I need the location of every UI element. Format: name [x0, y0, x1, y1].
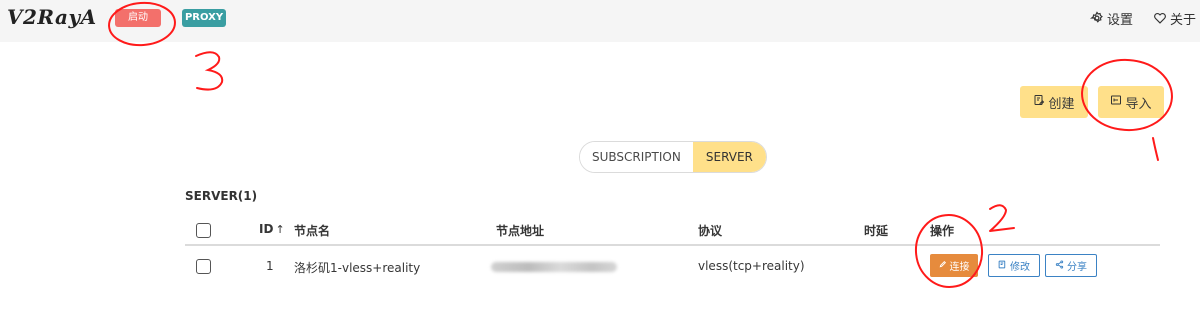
nav-right-menu: 设置 关于: [1089, 0, 1196, 36]
top-navbar: V2RayA 启动 PROXY 设置 关于: [0, 0, 1200, 42]
sort-arrow-icon: ↑: [275, 223, 285, 236]
settings-label: 设置: [1106, 12, 1133, 28]
column-header-protocol: 协议: [698, 224, 723, 238]
tab-switcher: SUBSCRIPTION SERVER: [579, 141, 767, 173]
table-row: 1 洛杉矶1-vless+reality vless(tcp+reality) …: [185, 248, 1160, 286]
column-header-id[interactable]: ID ↑: [259, 222, 285, 236]
about-nav-item[interactable]: 关于: [1153, 9, 1196, 28]
edit-icon: [998, 260, 1007, 272]
connect-label: 连接: [949, 262, 970, 273]
edit-button[interactable]: 修改: [988, 254, 1040, 277]
start-button[interactable]: 启动: [115, 9, 161, 27]
edit-label: 修改: [1010, 262, 1030, 273]
create-label: 创建: [1048, 96, 1075, 112]
app-logo[interactable]: V2RayA: [7, 5, 97, 29]
share-label: 分享: [1067, 262, 1087, 273]
pencil-icon: [939, 260, 947, 271]
tab-server[interactable]: SERVER: [692, 142, 766, 172]
column-header-actions: 操作: [930, 224, 955, 238]
import-icon: [1110, 94, 1122, 110]
annotation-number-3: [195, 51, 224, 91]
row-node-name: 洛杉矶1-vless+reality: [294, 261, 421, 275]
row-id: 1: [266, 259, 274, 273]
table-header: ID ↑ 节点名 节点地址 协议 时延 操作: [185, 216, 1160, 246]
about-label: 关于: [1169, 12, 1196, 28]
heart-icon: [1153, 11, 1167, 25]
share-icon: [1055, 259, 1064, 272]
column-header-name: 节点名: [294, 224, 331, 238]
select-all-checkbox[interactable]: [196, 223, 211, 238]
connect-button[interactable]: 连接: [930, 254, 978, 277]
import-button[interactable]: 导入: [1098, 86, 1164, 118]
column-header-latency: 时延: [864, 224, 889, 238]
share-button[interactable]: 分享: [1045, 254, 1097, 277]
column-header-address: 节点地址: [496, 224, 545, 238]
import-label: 导入: [1125, 96, 1152, 112]
create-icon: [1033, 94, 1045, 110]
server-table-title: SERVER(1): [185, 189, 258, 203]
row-checkbox[interactable]: [196, 259, 211, 274]
row-protocol: vless(tcp+reality): [698, 259, 805, 273]
tab-subscription[interactable]: SUBSCRIPTION: [580, 142, 693, 172]
create-button[interactable]: 创建: [1020, 86, 1088, 118]
proxy-status-badge: PROXY: [182, 9, 226, 27]
gear-icon: [1089, 11, 1104, 25]
row-node-address-redacted: [491, 262, 617, 272]
id-header-label: ID: [259, 222, 274, 236]
annotation-number-1: [1152, 137, 1159, 161]
settings-nav-item[interactable]: 设置: [1089, 9, 1133, 28]
